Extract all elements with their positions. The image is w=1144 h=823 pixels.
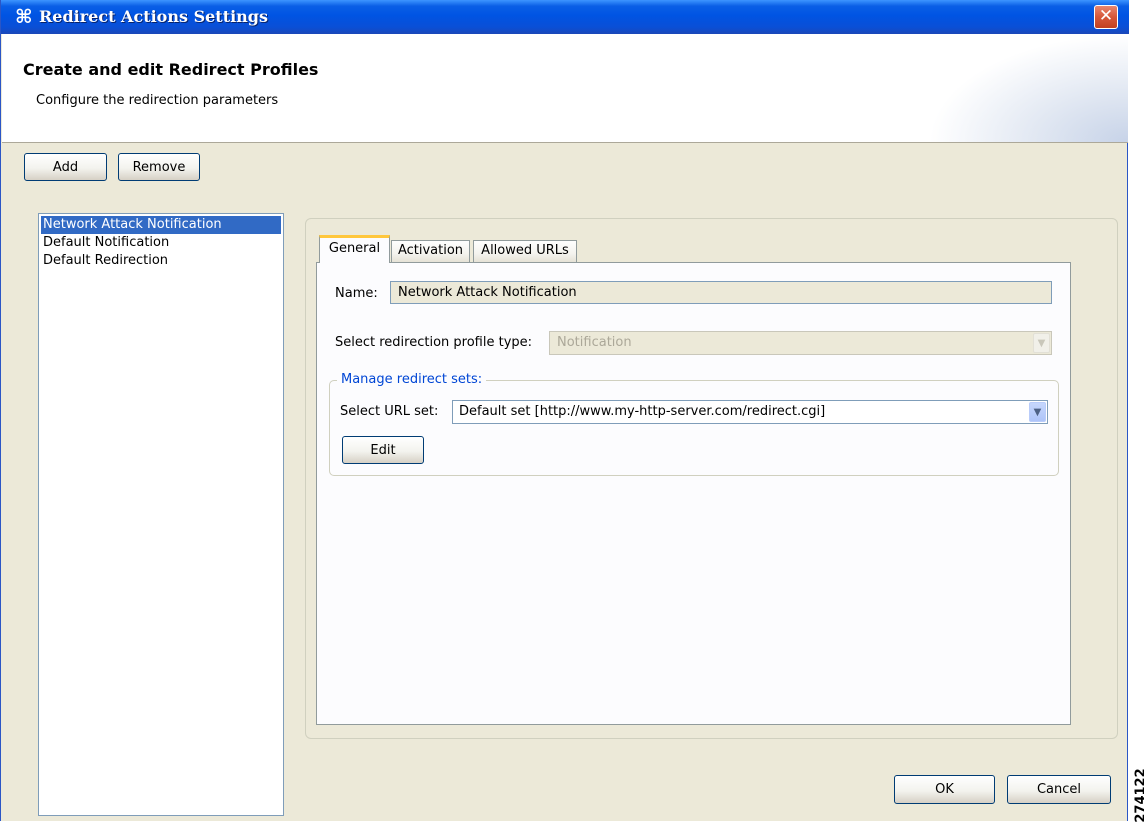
header-title: Create and edit Redirect Profiles xyxy=(23,60,319,79)
window-title: Redirect Actions Settings xyxy=(39,7,268,26)
url-set-value: Default set [http://www.my-http-server.c… xyxy=(459,404,826,419)
remove-button[interactable]: Remove xyxy=(118,153,200,181)
dialog-window: ⌘ Redirect Actions Settings ✕ Create and… xyxy=(0,0,1129,821)
add-button[interactable]: Add xyxy=(24,153,107,181)
figure-id-text: 274122 xyxy=(1133,768,1144,823)
redirect-sets-group xyxy=(329,380,1059,476)
tab-activation[interactable]: Activation xyxy=(391,240,470,262)
url-set-select[interactable]: Default set [http://www.my-http-server.c… xyxy=(452,400,1048,424)
ok-button[interactable]: OK xyxy=(894,775,995,804)
profile-type-label: Select redirection profile type: xyxy=(335,335,533,350)
profile-type-value: Notification xyxy=(557,335,632,350)
figure-id: 274122 xyxy=(1128,768,1144,823)
tab-general[interactable]: General xyxy=(319,235,390,263)
chevron-down-icon: ▼ xyxy=(1029,402,1046,422)
header-subtitle: Configure the redirection parameters xyxy=(36,93,279,108)
chevron-down-icon: ▼ xyxy=(1033,333,1050,353)
edit-button[interactable]: Edit xyxy=(342,436,424,464)
cisco-app-icon: ⌘ xyxy=(15,6,33,28)
tab-allowed-urls[interactable]: Allowed URLs xyxy=(473,240,577,262)
wizard-header: Create and edit Redirect Profiles Config… xyxy=(2,34,1128,143)
title-bar[interactable]: ⌘ Redirect Actions Settings ✕ xyxy=(1,0,1129,34)
profile-type-select[interactable]: Notification ▼ xyxy=(549,331,1052,355)
name-label: Name: xyxy=(335,286,378,301)
profile-list[interactable]: Network Attack Notification Default Noti… xyxy=(38,213,284,816)
profile-list-item[interactable]: Default Notification xyxy=(41,234,281,252)
profile-list-item[interactable]: Network Attack Notification xyxy=(41,216,281,234)
cancel-button[interactable]: Cancel xyxy=(1007,775,1111,804)
close-icon: ✕ xyxy=(1098,6,1114,26)
profile-list-item[interactable]: Default Redirection xyxy=(41,252,281,270)
redirect-sets-legend: Manage redirect sets: xyxy=(337,371,487,389)
header-decoration xyxy=(928,34,1128,142)
close-button[interactable]: ✕ xyxy=(1094,5,1118,29)
name-field[interactable]: Network Attack Notification xyxy=(390,281,1052,304)
url-set-label: Select URL set: xyxy=(340,404,439,419)
